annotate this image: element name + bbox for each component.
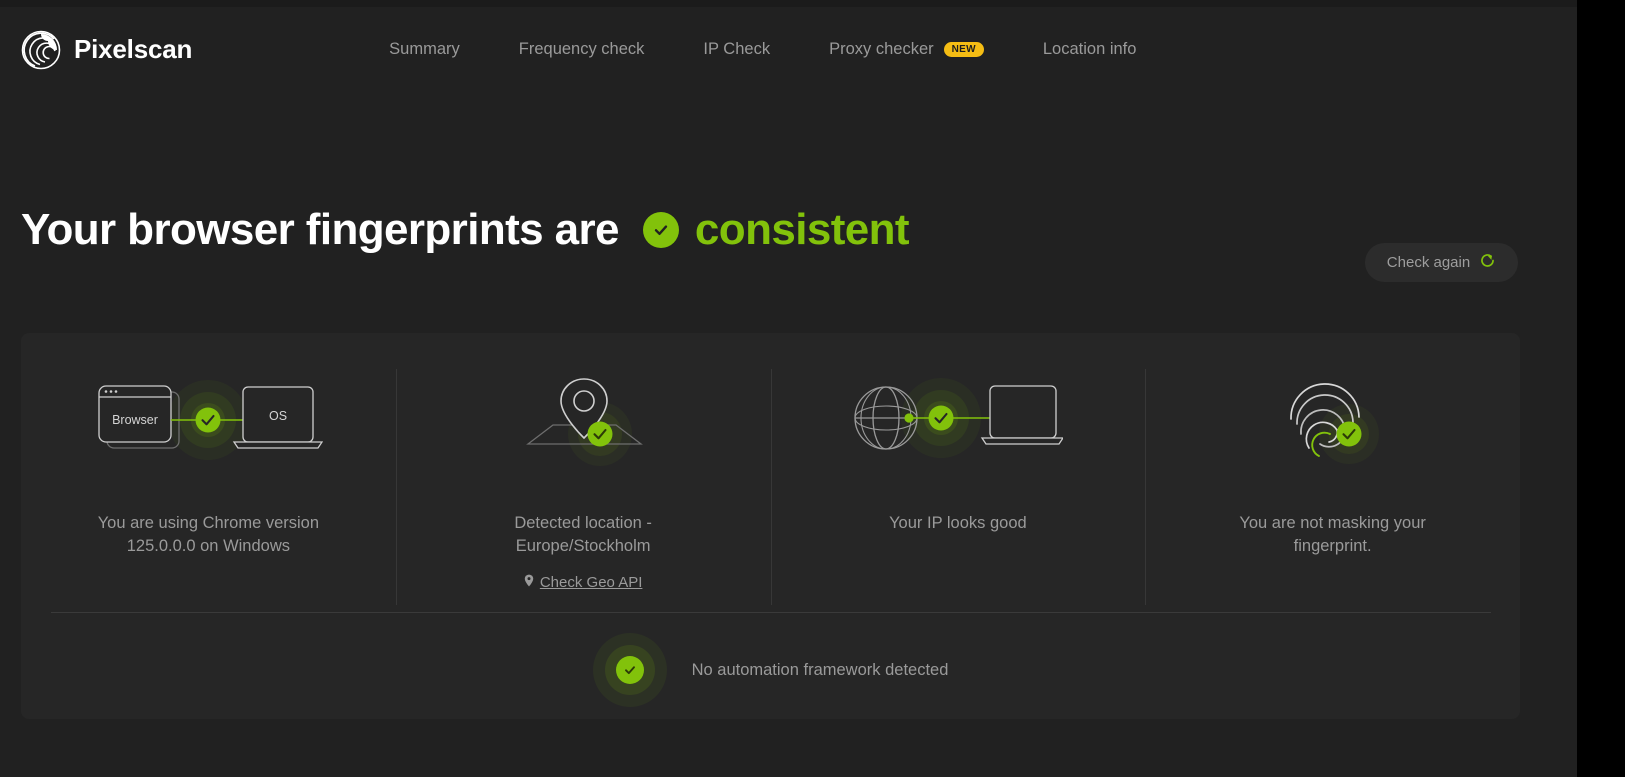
automation-status-row: No automation framework detected [21, 633, 1520, 707]
check-geo-api-link[interactable]: Check Geo API [524, 574, 643, 591]
check-again-button[interactable]: Check again [1365, 243, 1518, 282]
nav-item-proxy-checker[interactable]: Proxy checker NEW [829, 32, 984, 67]
results-panel: Browser OS You are using Chrome version … [21, 333, 1520, 719]
browser-os-icon: Browser OS [93, 369, 324, 469]
card-text: Your IP looks good [889, 514, 1027, 532]
brand-logo[interactable]: Pixelscan [21, 30, 192, 70]
card-ip: Your IP looks good [770, 333, 1146, 605]
brand-name: Pixelscan [74, 34, 193, 64]
check-dot [615, 656, 644, 684]
card-fingerprint: You are not masking your fingerprint. [1145, 333, 1520, 605]
check-again-label: Check again [1386, 254, 1471, 271]
right-gutter [1577, 0, 1625, 777]
check-circle-icon [642, 212, 679, 248]
globe-laptop-icon [853, 369, 1063, 469]
results-cards: Browser OS You are using Chrome version … [21, 333, 1520, 605]
refresh-icon [1479, 252, 1496, 273]
fingerprint-icon [1273, 369, 1393, 469]
hero-title-text: Your browser fingerprints are [21, 205, 620, 254]
status-badge: consistent [642, 205, 910, 255]
main-nav: Summary Frequency check IP Check Proxy c… [389, 32, 1136, 67]
nav-label: Proxy checker [829, 40, 934, 58]
location-pin-icon [524, 574, 534, 591]
nav-label: Frequency check [518, 40, 645, 58]
page-title: Your browser fingerprints are consistent [21, 205, 910, 255]
nav-item-summary[interactable]: Summary [389, 32, 460, 67]
nav-label: Location info [1042, 40, 1137, 58]
spiral-logo-icon [21, 30, 61, 70]
automation-status-text: No automation framework detected [691, 660, 949, 679]
nav-item-ip-check[interactable]: IP Check [703, 32, 770, 67]
geo-link-label: Check Geo API [539, 574, 643, 591]
check-circle-icon [592, 633, 667, 707]
hero-section: Your browser fingerprints are consistent [21, 205, 1557, 255]
card-browser-os: Browser OS You are using Chrome version … [21, 333, 396, 605]
nav-label: IP Check [703, 40, 771, 58]
nav-label: Summary [389, 40, 460, 58]
site-header: Pixelscan Summary Frequency check IP Che… [0, 7, 1577, 92]
nav-item-frequency-check[interactable]: Frequency check [519, 32, 645, 67]
panel-divider [51, 612, 1491, 613]
pixelscan-page: Pixelscan Summary Frequency check IP Che… [0, 0, 1625, 777]
new-badge: NEW [943, 42, 984, 57]
nav-item-location-info[interactable]: Location info [1043, 32, 1137, 67]
top-strip [0, 0, 1625, 7]
card-location: Detected location - Europe/Stockholm Che… [395, 333, 771, 605]
card-text: You are not masking your fingerprint. [1239, 514, 1426, 555]
map-pin-icon [508, 369, 658, 469]
card-text: Detected location - Europe/Stockholm [514, 514, 652, 555]
status-text: consistent [694, 205, 910, 254]
svg-text:Browser: Browser [112, 413, 158, 427]
svg-text:OS: OS [269, 409, 287, 423]
card-text: You are using Chrome version 125.0.0.0 o… [97, 514, 320, 555]
